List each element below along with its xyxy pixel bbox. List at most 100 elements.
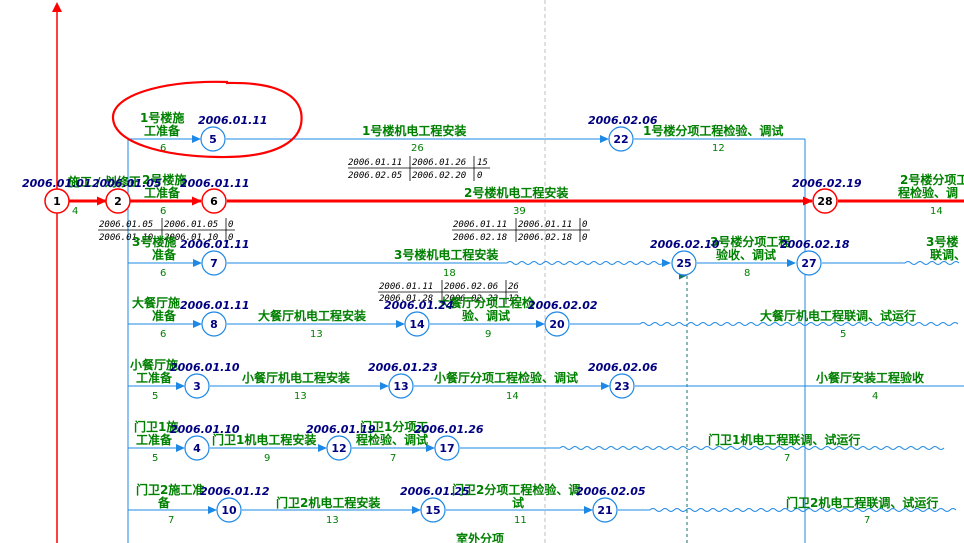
tt4-r1c2: 2006.02.06	[444, 282, 498, 292]
event-date: 2006.02.06	[588, 114, 658, 127]
task-duration: 18	[443, 268, 456, 279]
event-node-28[interactable]: 28	[812, 188, 838, 214]
node-label: 21	[597, 504, 612, 517]
event-date: 2006.01.11	[180, 177, 250, 190]
event-date: 2006.01.26	[414, 423, 484, 436]
tt3-r1c1: 2006.01.11	[453, 220, 507, 230]
tt3-r1c2: 2006.01.11	[518, 220, 572, 230]
task-name: 3号楼	[926, 234, 958, 249]
task-duration: 4	[872, 391, 878, 402]
event-node-15[interactable]: 15	[420, 497, 446, 523]
event-date: 2006.01.24	[384, 299, 454, 312]
event-node-3[interactable]: 3	[184, 373, 210, 399]
event-node-13[interactable]: 13	[388, 373, 414, 399]
event-node-8[interactable]: 8	[201, 311, 227, 337]
task-duration: 6	[160, 268, 166, 279]
event-node-4[interactable]: 4	[184, 435, 210, 461]
task-name-line2: 准备	[152, 247, 177, 262]
task-duration: 4	[72, 206, 78, 217]
task-name-line2: 验收、调试	[716, 247, 776, 262]
event-node-6[interactable]: 6	[201, 188, 227, 214]
event-date: 2006.02.18	[780, 238, 850, 251]
event-node-21[interactable]: 21	[592, 497, 618, 523]
tt4-r1c3: 26	[508, 282, 519, 292]
event-node-5[interactable]: 5	[200, 126, 226, 152]
event-date: 2006.01.25	[400, 485, 470, 498]
task-duration: 14	[930, 206, 943, 217]
task-name-line2: 程检验、调	[898, 185, 958, 200]
task-duration: 9	[264, 453, 270, 464]
event-date: 2006.02.02	[528, 299, 598, 312]
node-label: 8	[210, 318, 218, 331]
tt1-r1c1: 2006.01.11	[348, 158, 402, 168]
node-label: 20	[549, 318, 565, 331]
tt2-r1c1: 2006.01.05	[99, 220, 153, 230]
node-label: 3	[193, 380, 201, 393]
event-node-1[interactable]: 1	[44, 188, 70, 214]
node-label: 27	[801, 257, 816, 270]
event-node-14[interactable]: 14	[404, 311, 430, 337]
task-name: 门卫2机电工程联调、试运行	[786, 495, 938, 510]
task-name: 小餐厅安装工程验收	[816, 370, 924, 385]
task-name: 门卫2施工准	[136, 482, 204, 497]
task-duration: 9	[485, 329, 491, 340]
node-label: 6	[210, 195, 218, 208]
task-duration: 11	[514, 515, 527, 526]
event-date: 2006.01.19	[306, 423, 376, 436]
node-label: 25	[676, 257, 691, 270]
task-name: 2号楼分项工	[900, 172, 964, 187]
task-duration: 8	[744, 268, 750, 279]
task-name-line2: 工准备	[144, 123, 181, 138]
tt3-r1c3: 0	[582, 220, 587, 230]
task-name: 室外分项	[456, 531, 504, 543]
task-duration: 6	[160, 329, 166, 340]
task-name: 大餐厅施	[132, 295, 180, 310]
event-node-23[interactable]: 23	[609, 373, 635, 399]
task-name: 门卫2机电工程安装	[276, 495, 380, 510]
task-duration: 26	[411, 143, 424, 154]
task-duration: 5	[152, 453, 158, 464]
event-date: 2006.01.10	[170, 423, 240, 436]
event-date: 2006.02.05	[576, 485, 646, 498]
node-label: 15	[425, 504, 440, 517]
task-name: 3号楼施	[132, 234, 176, 249]
node-label: 13	[393, 380, 408, 393]
task-duration: 14	[506, 391, 519, 402]
event-node-10[interactable]: 10	[216, 497, 242, 523]
task-name: 小餐厅机电工程安装	[242, 370, 350, 385]
event-node-27[interactable]: 27	[796, 250, 822, 276]
task-name: 大餐厅机电工程安装	[258, 308, 366, 323]
task-name: 门卫2分项工程检验、调	[452, 482, 580, 497]
node-label: 12	[331, 442, 346, 455]
task-duration: 7	[864, 515, 870, 526]
task-name: 1号楼施	[140, 110, 184, 125]
event-node-7[interactable]: 7	[201, 250, 227, 276]
event-node-12[interactable]: 12	[326, 435, 352, 461]
event-node-22[interactable]: 22	[608, 126, 634, 152]
task-duration: 5	[840, 329, 846, 340]
free-float-7-25	[506, 261, 664, 265]
event-node-25[interactable]: 25	[671, 250, 697, 276]
tt1-r2c2: 2006.02.20	[412, 171, 466, 181]
node-label: 1	[53, 195, 61, 208]
task-name: 门卫1机电工程联调、试运行	[708, 432, 860, 447]
node-label: 7	[210, 257, 218, 270]
node-label: 4	[193, 442, 201, 455]
task-duration: 5	[152, 391, 158, 402]
tt1-r1c2: 2006.01.26	[412, 158, 466, 168]
node-label: 22	[613, 133, 628, 146]
event-node-2[interactable]: 2	[105, 188, 131, 214]
node-label: 2	[114, 195, 122, 208]
event-date: 2006.01.11	[198, 114, 268, 127]
event-node-20[interactable]: 20	[544, 311, 570, 337]
tt2-r1c3: 0	[228, 220, 233, 230]
event-node-17[interactable]: 17	[434, 435, 460, 461]
tt1-r1c3: 15	[477, 158, 488, 168]
event-date: 2006.02.06	[588, 361, 658, 374]
task-name: 3号楼分项工程	[710, 234, 790, 249]
task-name-line2: 工准备	[136, 432, 173, 447]
event-date: 2006.01.10	[170, 361, 240, 374]
task-name-line2: 备	[157, 495, 171, 510]
event-date: 2006.01.12	[200, 485, 270, 498]
task-name: 1号楼机电工程安装	[362, 123, 466, 138]
